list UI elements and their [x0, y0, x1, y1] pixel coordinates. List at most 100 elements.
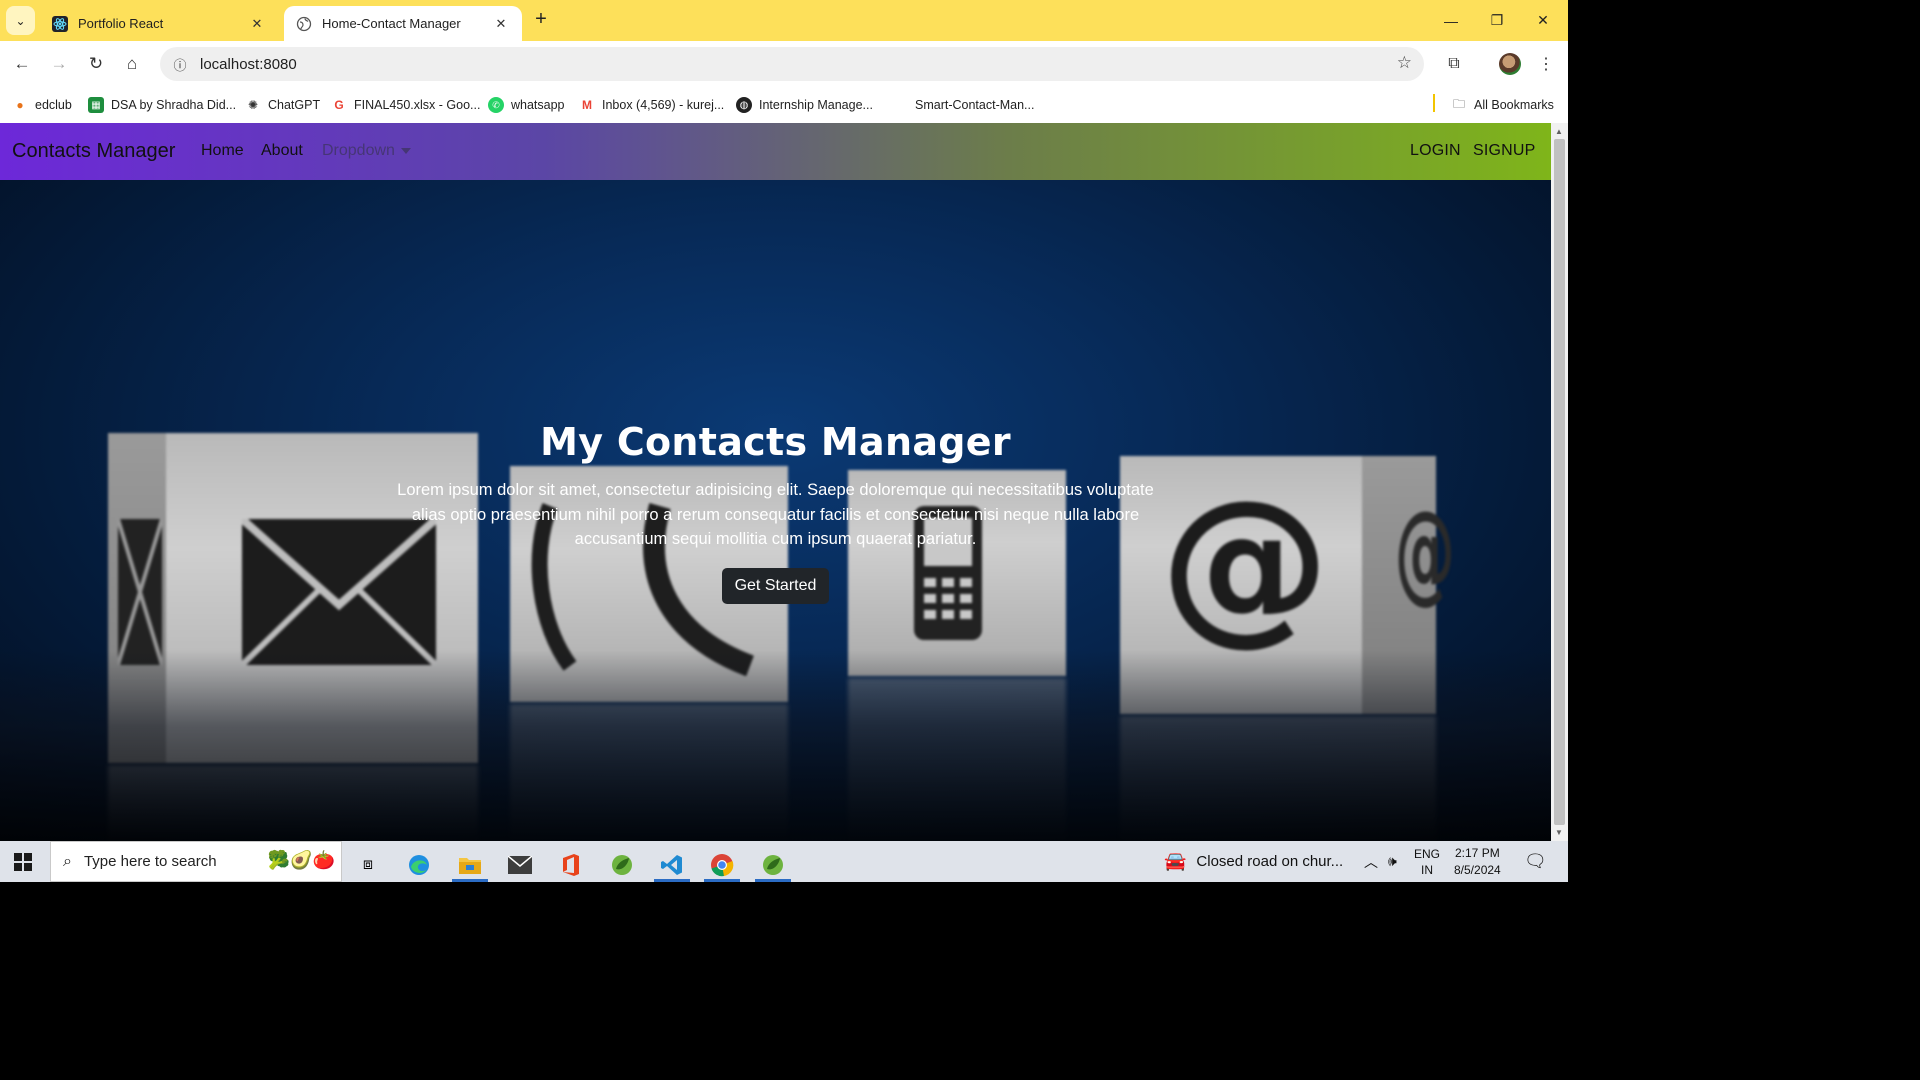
clock-date: 8/5/2024	[1454, 862, 1501, 877]
folder-icon: 🗀	[1452, 96, 1465, 111]
bookmark-final450[interactable]: G FINAL450.xlsx - Goo...	[331, 95, 480, 115]
restore-button[interactable]: ❐	[1474, 0, 1520, 41]
minimize-icon: —	[1444, 12, 1458, 29]
floor-reflection	[0, 650, 1551, 841]
chrome-icon[interactable]	[702, 847, 742, 882]
search-highlight-icon: 🥦🥑🍅	[267, 850, 335, 870]
home-button[interactable]: ⌂	[118, 50, 146, 78]
bookmark-label: FINAL450.xlsx - Goo...	[354, 98, 481, 112]
taskbar: ⌕ Type here to search 🥦🥑🍅 ⧈ 🚘 Closed roa…	[0, 841, 1568, 882]
file-explorer-icon[interactable]	[450, 847, 490, 882]
close-icon[interactable]: ✕	[248, 15, 266, 33]
hero-description: Lorem ipsum dolor sit amet, consectetur …	[397, 481, 1154, 548]
page-scrollbar[interactable]: ▲ ▼	[1551, 123, 1568, 841]
reload-icon: ↻	[88, 54, 104, 73]
more-vert-icon: ⋮	[1538, 56, 1554, 73]
browser-toolbar: ← → ↻ ⌂ ⓘ localhost:8080 ☆ ⧉ ⋮	[0, 41, 1568, 87]
puzzle-icon: ⧉	[1448, 55, 1460, 72]
back-button[interactable]: ←	[8, 50, 36, 78]
bookmark-label: Inbox (4,569) - kurej...	[602, 98, 725, 112]
address-bar[interactable]: ⓘ localhost:8080 ☆	[160, 47, 1424, 81]
address-url: localhost:8080	[200, 55, 297, 73]
bookmark-label: Smart-Contact-Man...	[915, 98, 1035, 112]
bookmark-label: ChatGPT	[268, 98, 321, 112]
nav-about[interactable]: About	[261, 142, 303, 160]
scroll-up-icon[interactable]: ▲	[1555, 127, 1563, 136]
all-bookmarks[interactable]: 🗀 All Bookmarks	[1451, 95, 1554, 115]
bookmark-label: edclub	[35, 98, 72, 112]
avatar	[1499, 53, 1521, 75]
all-bookmarks-label: All Bookmarks	[1474, 98, 1554, 112]
bookmark-label: whatsapp	[511, 98, 565, 112]
spring-tool-icon[interactable]	[753, 847, 793, 882]
bookmark-whatsapp[interactable]: ✆ whatsapp	[488, 95, 565, 115]
caret-down-icon	[400, 147, 411, 154]
plus-icon: +	[535, 8, 547, 30]
extensions-button[interactable]: ⧉	[1440, 50, 1468, 78]
hero-content: My Contacts Manager Lorem ipsum dolor si…	[0, 420, 1551, 604]
arrow-right-icon: →	[50, 54, 68, 73]
site-navbar: Contacts Manager Home About Dropdown LOG…	[0, 123, 1551, 180]
hero-section: @ @ My Contacts Manager Lorem ipsum dolo…	[0, 180, 1551, 841]
vscode-icon[interactable]	[652, 847, 692, 882]
site-brand[interactable]: Contacts Manager	[12, 140, 175, 163]
search-icon: ⌕	[63, 852, 72, 870]
language-indicator[interactable]: ENG IN	[1414, 841, 1440, 882]
taskbar-search[interactable]: ⌕ Type here to search 🥦🥑🍅	[50, 841, 342, 882]
edclub-icon: ●	[16, 98, 24, 112]
close-window-button[interactable]: ✕	[1520, 0, 1566, 41]
region-code: IN	[1421, 862, 1433, 877]
traffic-alert-icon: 🚘	[1164, 851, 1187, 871]
bookmark-smart-contact[interactable]: Smart-Contact-Man...	[915, 95, 1034, 115]
windows-start-icon[interactable]	[14, 853, 32, 871]
nav-dropdown-label: Dropdown	[322, 142, 395, 159]
close-icon[interactable]: ✕	[492, 15, 510, 33]
signup-link[interactable]: SIGNUP	[1473, 142, 1536, 160]
tab-portfolio-react[interactable]: Portfolio React ✕	[40, 6, 278, 41]
clock[interactable]: 2:17 PM 8/5/2024	[1454, 841, 1501, 882]
scroll-down-icon[interactable]: ▼	[1555, 828, 1563, 837]
search-placeholder: Type here to search	[83, 853, 217, 870]
site-info-icon[interactable]: ⓘ	[164, 55, 196, 74]
scrollbar-thumb[interactable]	[1554, 139, 1565, 825]
volume-button[interactable]: 🕪	[1388, 841, 1397, 882]
edge-icon[interactable]	[399, 847, 439, 882]
tab-home-contact-manager[interactable]: Home-Contact Manager ✕	[284, 6, 522, 41]
tray-chevron[interactable]: ︿	[1364, 841, 1378, 882]
page-viewport: Contacts Manager Home About Dropdown LOG…	[0, 123, 1551, 841]
tab-title: Home-Contact Manager	[322, 16, 461, 31]
menu-button[interactable]: ⋮	[1532, 50, 1560, 78]
bookmark-star-icon[interactable]: ☆	[1397, 53, 1412, 73]
office-icon[interactable]	[551, 847, 591, 882]
reload-button[interactable]: ↻	[82, 50, 110, 78]
globe-icon	[296, 16, 312, 32]
news-widget[interactable]: 🚘 Closed road on chur...	[1164, 841, 1343, 882]
bookmark-internship[interactable]: ◍ Internship Manage...	[736, 95, 873, 115]
bookmark-label: Internship Manage...	[759, 98, 873, 112]
language-code: ENG	[1414, 846, 1441, 861]
chatgpt-icon: ✺	[247, 98, 259, 112]
mail-icon[interactable]	[500, 847, 540, 882]
spring-tool-icon[interactable]	[602, 847, 642, 882]
react-icon	[52, 15, 68, 32]
bookmark-dsa[interactable]: ▦ DSA by Shradha Did...	[88, 95, 236, 115]
restore-icon: ❐	[1490, 12, 1504, 28]
forward-button[interactable]: →	[45, 50, 73, 78]
nav-dropdown[interactable]: Dropdown	[322, 142, 411, 160]
minimize-button[interactable]: —	[1428, 0, 1474, 41]
bookmark-edclub[interactable]: ● edclub	[12, 95, 72, 115]
nav-home[interactable]: Home	[201, 142, 244, 160]
login-link[interactable]: LOGIN	[1410, 142, 1461, 160]
home-icon: ⌂	[126, 54, 138, 73]
bookmark-inbox[interactable]: M Inbox (4,569) - kurej...	[579, 95, 724, 115]
new-tab-button[interactable]: +	[530, 8, 552, 30]
whatsapp-icon: ✆	[488, 97, 504, 113]
clock-time: 2:17 PM	[1455, 845, 1500, 860]
task-view-icon[interactable]: ⧈	[348, 847, 388, 882]
bookmark-chatgpt[interactable]: ✺ ChatGPT	[245, 95, 320, 115]
get-started-button[interactable]: Get Started	[721, 567, 830, 604]
profile-button[interactable]	[1496, 50, 1524, 78]
tab-title: Portfolio React	[78, 16, 164, 31]
notifications-button[interactable]: 🗨	[1524, 841, 1547, 882]
tab-search-button[interactable]: ⌄	[6, 6, 35, 35]
